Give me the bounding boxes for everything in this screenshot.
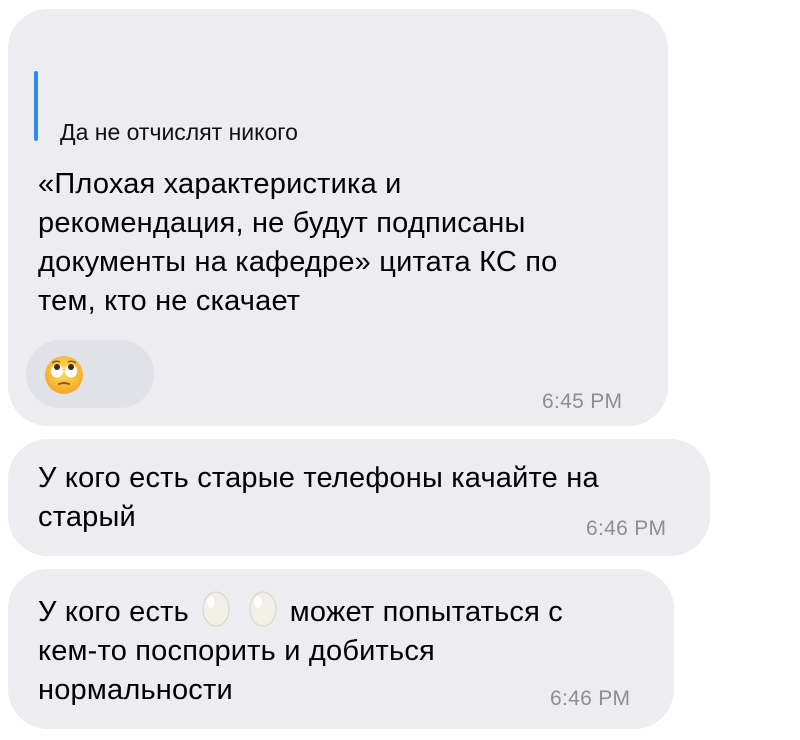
message-bubble[interactable]: Да не отчислят никого «Плохая характерис… [8, 9, 668, 426]
message-line: кем-то поспорить и добиться [38, 635, 435, 667]
message-time: 6:45 PM [542, 390, 623, 413]
message-fragment: может попытаться с [289, 596, 563, 628]
message-line: тем, кто не скачает [38, 285, 301, 317]
message-bubble[interactable]: У кого есть может попытаться с кем-то по… [8, 569, 674, 729]
message-line: рекомендация, не будут подписаны [38, 207, 526, 239]
egg-icon [202, 591, 230, 627]
reply-quote-text[interactable]: Да не отчислят никого [60, 119, 298, 146]
message-text: «Плохая характеристика и рекомендация, н… [38, 165, 658, 321]
message-line: У кого есть старые телефоны качайте на [38, 462, 599, 494]
eye-roll-emoji-icon [45, 356, 83, 394]
message-line: У кого есть может попытаться с [38, 589, 668, 632]
reply-quote-bar [34, 71, 38, 141]
message-time: 6:46 PM [586, 517, 667, 540]
message-bubble[interactable]: У кого есть старые телефоны качайте на с… [8, 439, 710, 556]
message-time: 6:46 PM [550, 687, 631, 710]
egg-icon [249, 591, 276, 627]
message-fragment: У кого есть [38, 596, 189, 628]
reaction-chip[interactable] [26, 340, 154, 408]
message-line: документы на кафедре» цитата КС по [38, 246, 558, 278]
message-line: «Плохая характеристика и [38, 168, 402, 200]
